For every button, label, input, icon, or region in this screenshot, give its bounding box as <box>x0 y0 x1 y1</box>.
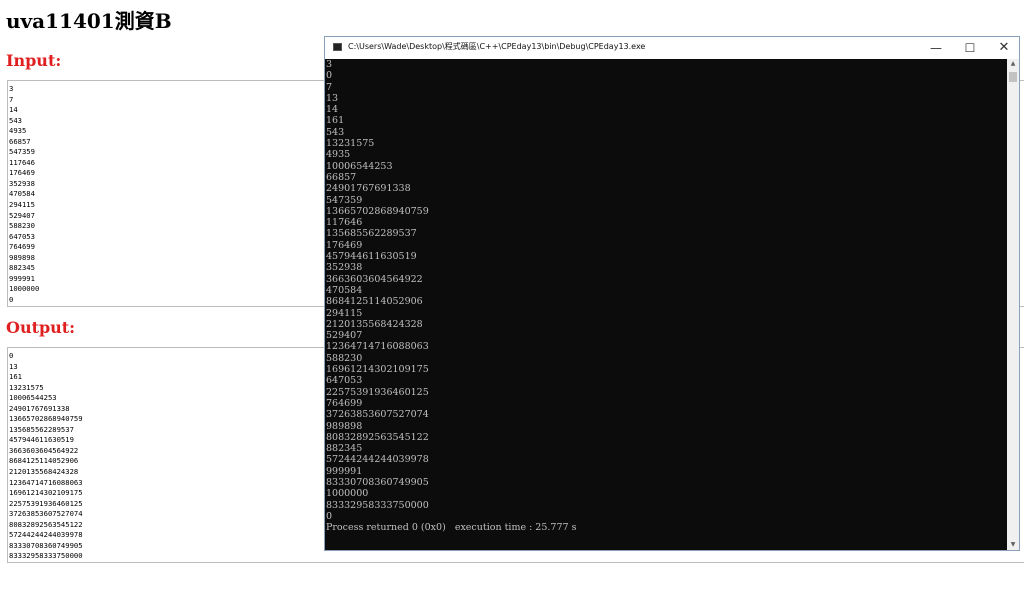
console-scrollbar[interactable]: ▲ ▼ <box>1007 59 1019 550</box>
output-heading: Output: <box>6 318 76 337</box>
console-output-area[interactable]: 3 0 7 13 14 161 543 13231575 4935 100065… <box>326 59 1007 550</box>
scroll-thumb[interactable] <box>1009 72 1017 82</box>
minimize-button[interactable]: — <box>919 37 953 59</box>
console-app-icon <box>333 43 342 51</box>
console-status-line: Process returned 0 (0x0) execution time … <box>326 522 577 534</box>
arrow-down-icon[interactable]: ▼ <box>1007 541 1019 549</box>
console-title-bar[interactable]: C:\Users\Wade\Desktop\程式碼區\C++\CPEday13\… <box>325 37 1019 59</box>
page-title: uva11401測資B <box>6 9 172 33</box>
console-window[interactable]: C:\Users\Wade\Desktop\程式碼區\C++\CPEday13\… <box>324 36 1020 551</box>
input-heading: Input: <box>6 51 62 70</box>
console-output-text: 3 0 7 13 14 161 543 13231575 4935 100065… <box>326 59 429 522</box>
arrow-up-icon[interactable]: ▲ <box>1007 60 1019 68</box>
close-button[interactable]: ✕ <box>987 37 1021 59</box>
console-window-title: C:\Users\Wade\Desktop\程式碼區\C++\CPEday13\… <box>348 42 646 51</box>
maximize-button[interactable]: ☐ <box>953 37 987 59</box>
